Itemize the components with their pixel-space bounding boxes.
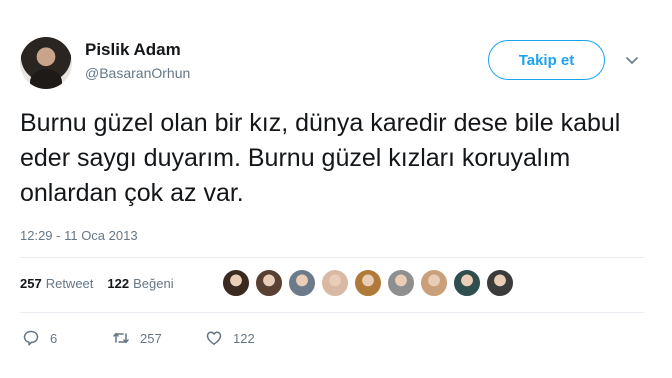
avatar[interactable] <box>20 37 72 89</box>
reply-button[interactable]: 6 <box>22 329 112 347</box>
like-button[interactable]: 122 <box>205 329 255 347</box>
liker-avatar[interactable] <box>288 269 316 297</box>
divider <box>20 257 644 258</box>
chevron-down-icon[interactable] <box>624 52 640 68</box>
heart-icon <box>206 331 222 345</box>
liker-avatar[interactable] <box>453 269 481 297</box>
tweet-timestamp[interactable]: 12:29 - 11 Oca 2013 <box>20 228 138 243</box>
retweet-stat[interactable]: 257 Retweet <box>20 276 93 291</box>
like-count: 122 <box>233 330 255 346</box>
retweet-icon <box>113 332 129 344</box>
user-display-name[interactable]: Pislik Adam <box>85 40 181 60</box>
follow-button[interactable]: Takip et <box>488 40 605 80</box>
tweet-actions: 6 257 122 <box>22 329 255 347</box>
reply-count: 6 <box>50 330 58 346</box>
retweet-stat-count: 257 <box>20 276 42 291</box>
liker-avatars <box>222 269 519 297</box>
engagement-stats: 257 Retweet 122 Beğeni <box>20 276 174 291</box>
liker-avatar[interactable] <box>387 269 415 297</box>
reply-icon <box>23 330 39 346</box>
tweet-card: Pislik Adam @BasaranOrhun Takip et Burnu… <box>0 0 672 378</box>
like-stat-label: Beğeni <box>133 276 174 291</box>
liker-avatar[interactable] <box>255 269 283 297</box>
retweet-button[interactable]: 257 <box>112 329 205 347</box>
user-handle[interactable]: @BasaranOrhun <box>85 65 190 81</box>
liker-avatar[interactable] <box>486 269 514 297</box>
like-stat[interactable]: 122 Beğeni <box>107 276 173 291</box>
tweet-text: Burnu güzel olan bir kız, dünya karedir … <box>20 109 621 207</box>
liker-avatar[interactable] <box>420 269 448 297</box>
liker-avatar[interactable] <box>222 269 250 297</box>
retweet-stat-label: Retweet <box>45 276 94 291</box>
divider <box>20 312 644 313</box>
liker-avatar[interactable] <box>321 269 349 297</box>
liker-avatar[interactable] <box>354 269 382 297</box>
like-stat-count: 122 <box>107 276 130 291</box>
retweet-count: 257 <box>140 330 162 346</box>
